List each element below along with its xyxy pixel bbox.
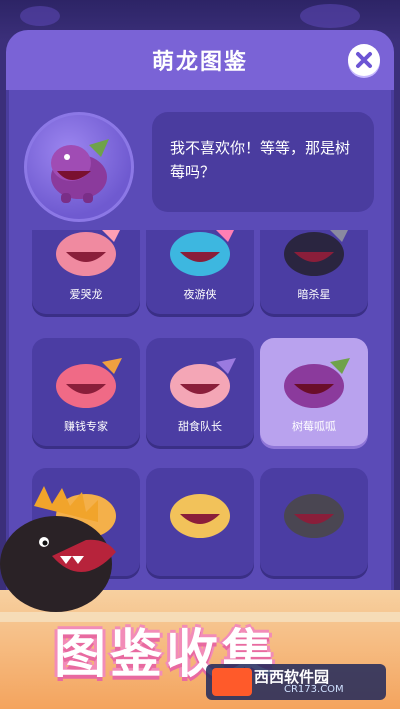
dragon-card-6-selected[interactable]: 树莓呱呱	[260, 338, 368, 446]
dragon-image	[56, 230, 120, 276]
dragon-image	[284, 494, 344, 538]
dragon-image	[170, 358, 236, 408]
watermark: 西西软件园 CR173.COM	[206, 664, 386, 700]
speech-text: 我不喜欢你！等等，那是树莓吗？	[170, 139, 351, 181]
dragon-name: 甜食队长	[178, 420, 222, 433]
dragon-card-9[interactable]	[260, 468, 368, 576]
close-button[interactable]	[348, 44, 380, 76]
dragon-card-8[interactable]	[146, 468, 254, 576]
watermark-url: CR173.COM	[284, 684, 344, 695]
dragon-card-1[interactable]: 爱哭龙	[32, 230, 140, 314]
dragon-name: 爱哭龙	[69, 288, 103, 301]
dragon-card-3[interactable]: 暗杀星	[260, 230, 368, 314]
dragon-name: 赚钱专家	[64, 420, 108, 433]
featured-dragon-portrait	[24, 112, 134, 222]
dragon-card-2[interactable]: 夜游侠	[146, 230, 254, 314]
featured-dragon-image	[51, 139, 109, 203]
black-dragon-mascot	[0, 486, 116, 612]
dragon-name: 夜游侠	[183, 288, 217, 301]
close-icon	[356, 52, 372, 68]
dragon-card-5[interactable]: 甜食队长	[146, 338, 254, 446]
watermark-logo	[212, 668, 252, 696]
dragon-image	[284, 358, 350, 408]
dragon-card-4[interactable]: 赚钱专家	[32, 338, 140, 446]
speech-bubble: 我不喜欢你！等等，那是树莓吗？	[152, 112, 374, 212]
modal-header: 萌龙图鉴	[6, 30, 394, 90]
dragon-image	[284, 230, 348, 276]
dragon-image	[170, 230, 234, 276]
dragon-name: 暗杀星	[297, 288, 331, 301]
dragon-image	[56, 358, 122, 408]
modal-title: 萌龙图鉴	[151, 50, 248, 75]
dragon-name: 树莓呱呱	[292, 420, 336, 433]
dragon-image	[170, 494, 230, 538]
